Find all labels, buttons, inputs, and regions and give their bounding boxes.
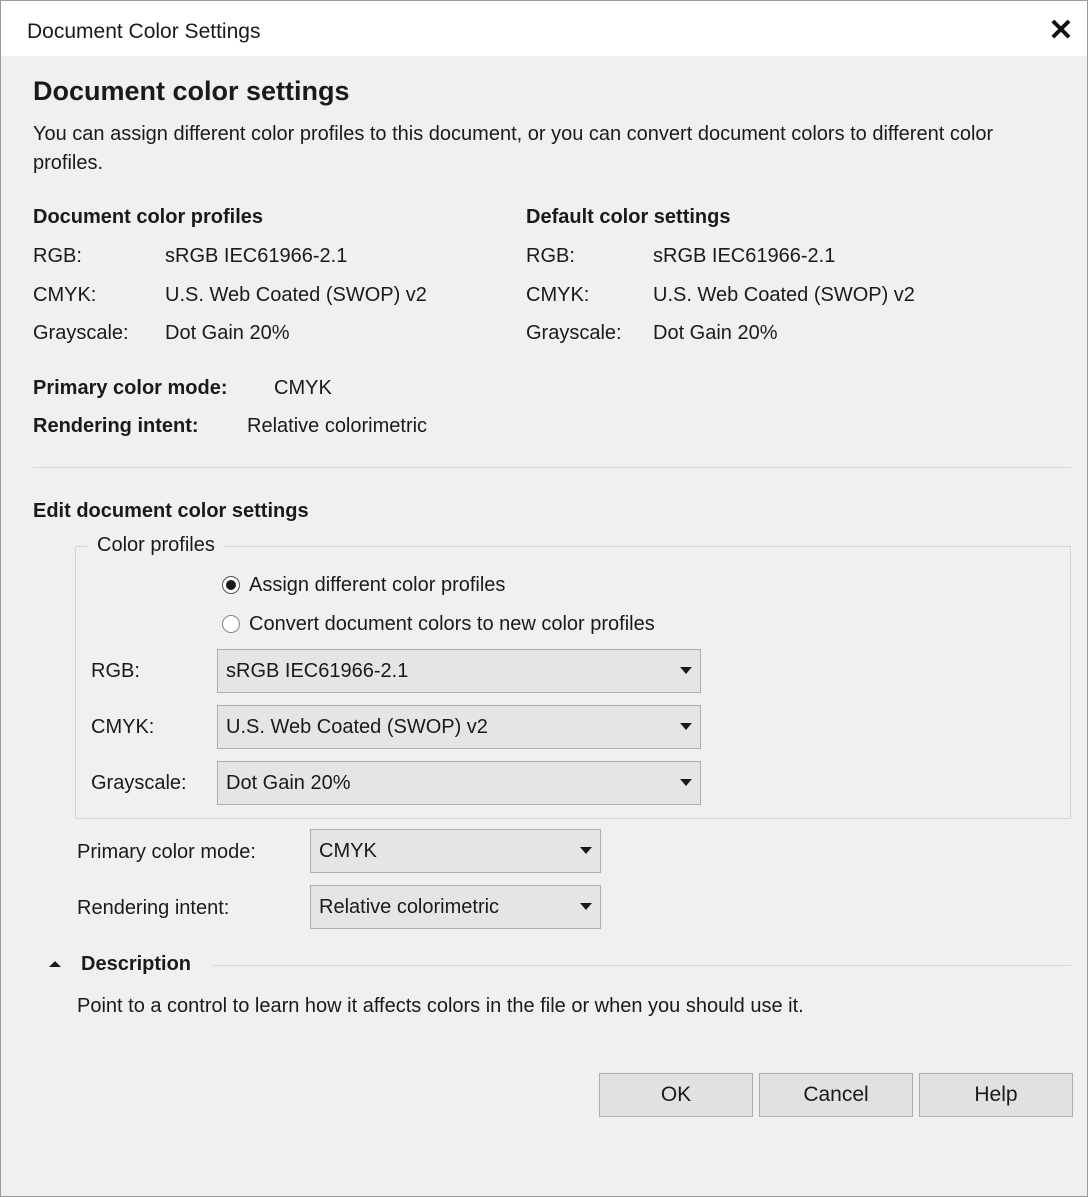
convert-colors-radio[interactable]: [222, 615, 240, 633]
grayscale-profile-select-value: Dot Gain 20%: [226, 772, 351, 794]
section-divider: [33, 467, 1071, 468]
cmyk-profile-select[interactable]: U.S. Web Coated (SWOP) v2: [217, 705, 701, 749]
default-cmyk-label: CMYK:: [526, 284, 590, 306]
rendering-intent-summary-value: Relative colorimetric: [247, 415, 428, 437]
chevron-down-icon: [680, 667, 692, 674]
dialog-content: Document color settings You can assign d…: [1, 56, 1087, 1196]
default-cmyk-value: U.S. Web Coated (SWOP) v2: [653, 284, 915, 306]
ok-button[interactable]: OK: [599, 1073, 753, 1117]
dialog-window: Document Color Settings ✕ Document color…: [0, 0, 1088, 1197]
chevron-down-icon: [580, 903, 592, 910]
chevron-down-icon: [580, 847, 592, 854]
assign-profiles-label[interactable]: Assign different color profiles: [249, 574, 505, 597]
doc-rgb-value: sRGB IEC61966-2.1: [165, 245, 348, 267]
doc-rgb-label: RGB:: [33, 245, 82, 267]
rgb-select-label: RGB:: [91, 660, 140, 682]
doc-grayscale-value: Dot Gain 20%: [165, 322, 290, 344]
default-settings-heading: Default color settings: [526, 206, 731, 228]
cancel-button[interactable]: Cancel: [759, 1073, 913, 1117]
rendering-intent-select-value: Relative colorimetric: [319, 896, 500, 918]
primary-mode-select-label: Primary color mode:: [77, 841, 256, 863]
primary-mode-select-value: CMYK: [319, 840, 377, 862]
chevron-down-icon: [680, 723, 692, 730]
primary-mode-summary-value: CMYK: [274, 377, 332, 399]
convert-colors-label[interactable]: Convert document colors to new color pro…: [249, 613, 655, 636]
default-rgb-value: sRGB IEC61966-2.1: [653, 245, 836, 267]
doc-cmyk-value: U.S. Web Coated (SWOP) v2: [165, 284, 427, 306]
doc-grayscale-label: Grayscale:: [33, 322, 129, 344]
grayscale-profile-select[interactable]: Dot Gain 20%: [217, 761, 701, 805]
assign-profiles-radio[interactable]: [222, 576, 240, 594]
help-button[interactable]: Help: [919, 1073, 1073, 1117]
rendering-intent-summary-label: Rendering intent:: [33, 415, 199, 437]
collapse-triangle-icon[interactable]: [49, 961, 61, 967]
default-grayscale-value: Dot Gain 20%: [653, 322, 778, 344]
rendering-intent-select-label: Rendering intent:: [77, 897, 230, 919]
cmyk-select-label: CMYK:: [91, 716, 155, 738]
document-profiles-heading: Document color profiles: [33, 206, 264, 228]
grayscale-select-label: Grayscale:: [91, 772, 187, 794]
rendering-intent-select[interactable]: Relative colorimetric: [310, 885, 601, 929]
description-text: Point to a control to learn how it affec…: [77, 995, 804, 1017]
page-title: Document color settings: [33, 76, 350, 106]
description-divider: [213, 965, 1071, 966]
title-bar: Document Color Settings ✕: [1, 1, 1087, 56]
default-rgb-label: RGB:: [526, 245, 575, 267]
page-description: You can assign different color profiles …: [33, 123, 994, 174]
rgb-profile-select[interactable]: sRGB IEC61966-2.1: [217, 649, 701, 693]
primary-mode-select[interactable]: CMYK: [310, 829, 601, 873]
primary-mode-summary-label: Primary color mode:: [33, 377, 228, 399]
color-profiles-group-label: Color profiles: [89, 534, 223, 557]
cmyk-profile-select-value: U.S. Web Coated (SWOP) v2: [226, 716, 488, 738]
chevron-down-icon: [680, 779, 692, 786]
edit-settings-heading: Edit document color settings: [33, 500, 309, 522]
rgb-profile-select-value: sRGB IEC61966-2.1: [226, 660, 409, 682]
default-grayscale-label: Grayscale:: [526, 322, 622, 344]
window-title: Document Color Settings: [27, 20, 261, 43]
close-icon[interactable]: ✕: [1041, 11, 1081, 51]
doc-cmyk-label: CMYK:: [33, 284, 97, 306]
description-toggle[interactable]: Description: [81, 953, 191, 976]
